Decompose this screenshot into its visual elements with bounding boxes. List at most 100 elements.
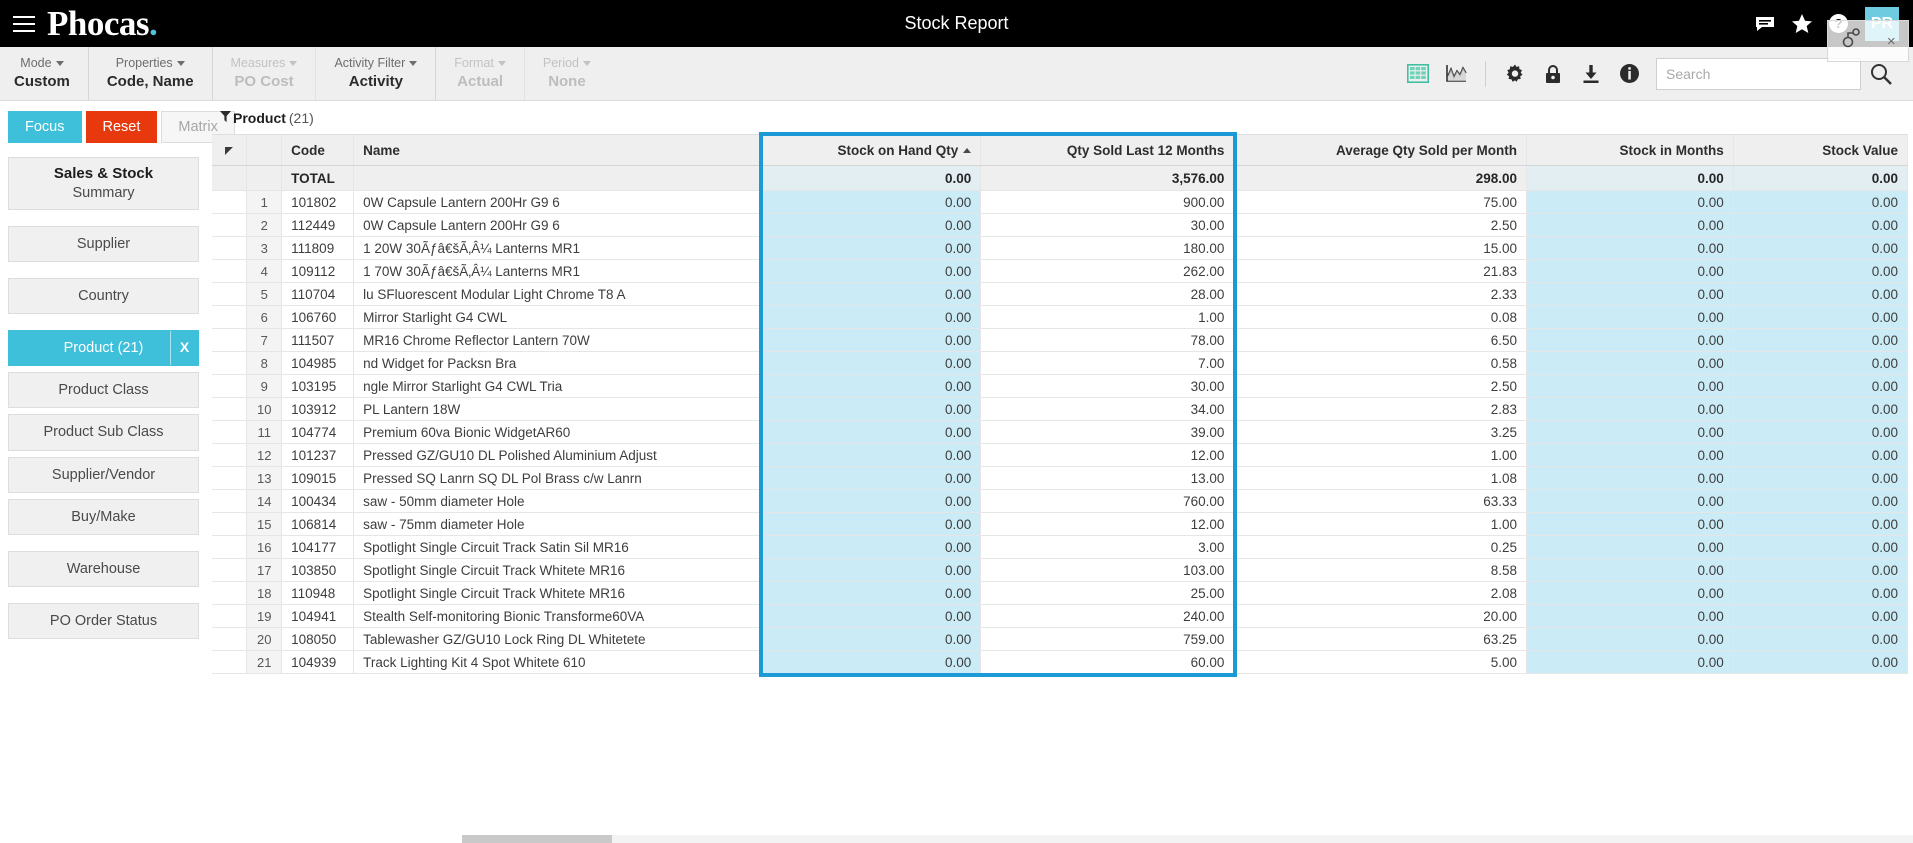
column-header-handle[interactable] [212, 135, 247, 166]
table-row[interactable]: 12101237Pressed GZ/GU10 DL Polished Alum… [212, 444, 1908, 467]
row-name-cell: Track Lighting Kit 4 Spot Whitete 610 [354, 651, 763, 674]
table-row[interactable]: 17103850Spotlight Single Circuit Track W… [212, 559, 1908, 582]
row-stock-value: 0.00 [1733, 329, 1907, 352]
table-row[interactable]: 8104985nd Widget for Packsn Bra0.007.000… [212, 352, 1908, 375]
toolbar-label-period: Period [543, 56, 579, 70]
sidebar-item-supplier[interactable]: Supplier [8, 226, 199, 262]
info-icon[interactable] [1610, 47, 1648, 101]
horizontal-scrollbar[interactable] [462, 835, 1913, 843]
table-row[interactable]: 41091121 70W 30Ãƒâ€šÃ‚Â¼ Lanterns MR10.0… [212, 260, 1908, 283]
reset-button[interactable]: Reset [86, 111, 158, 143]
table-row[interactable]: 19104941Stealth Self-monitoring Bionic T… [212, 605, 1908, 628]
row-stock-on-hand-qty: 0.00 [762, 467, 980, 490]
sidebar-item-sales-and-stock[interactable]: Sales & Stock Summary [8, 157, 199, 210]
lock-icon[interactable] [1534, 47, 1572, 101]
toolbar-group-period[interactable]: Period None [525, 47, 609, 100]
column-header-stock-on-hand-qty[interactable]: Stock on Hand Qty [762, 135, 980, 166]
sidebar-item-supplier-vendor[interactable]: Supplier/Vendor [8, 457, 199, 493]
search-input[interactable] [1657, 59, 1860, 89]
row-stock-in-months: 0.00 [1527, 352, 1734, 375]
table-row[interactable]: 5110704lu SFluorescent Modular Light Chr… [212, 283, 1908, 306]
sidebar-item-product[interactable]: Product (21) X [8, 330, 199, 366]
table-row[interactable]: 18110948Spotlight Single Circuit Track W… [212, 582, 1908, 605]
close-icon[interactable]: × [1887, 33, 1896, 50]
search-box[interactable] [1656, 58, 1861, 90]
grid-view-icon[interactable] [1399, 47, 1437, 101]
row-stock-on-hand-qty: 0.00 [762, 536, 980, 559]
row-name-cell: lu SFluorescent Modular Light Chrome T8 … [354, 283, 763, 306]
table-row[interactable]: 9103195ngle Mirror Starlight G4 CWL Tria… [212, 375, 1908, 398]
row-name-cell: Tablewasher GZ/GU10 Lock Ring DL Whitete… [354, 628, 763, 651]
row-index-cell: 2 [247, 214, 282, 237]
sidebar-item-product-sub-class[interactable]: Product Sub Class [8, 414, 199, 450]
main-panel: Product (21) Code Name Stock on Hand Qty… [207, 101, 1913, 843]
sidebar-item-po-order-status[interactable]: PO Order Status [8, 603, 199, 639]
row-handle-cell [212, 214, 247, 237]
column-header-average-qty-sold-per-month[interactable]: Average Qty Sold per Month [1234, 135, 1527, 166]
row-stock-value: 0.00 [1733, 490, 1907, 513]
row-stock-in-months: 0.00 [1527, 398, 1734, 421]
row-handle-cell [212, 605, 247, 628]
row-handle-cell [212, 375, 247, 398]
table-row[interactable]: 7111507MR16 Chrome Reflector Lantern 70W… [212, 329, 1908, 352]
sidebar-item-warehouse[interactable]: Warehouse [8, 551, 199, 587]
favorite-star-icon[interactable] [1792, 14, 1812, 33]
toolbar-group-mode[interactable]: Mode Custom [0, 47, 89, 100]
remove-product-filter-icon[interactable]: X [170, 331, 198, 365]
row-average-qty-sold-per-month: 3.25 [1234, 421, 1527, 444]
row-index-cell: 14 [247, 490, 282, 513]
table-row[interactable]: 6106760Mirror Starlight G4 CWL0.001.000.… [212, 306, 1908, 329]
table-row[interactable]: 11018020W Capsule Lantern 200Hr G9 60.00… [212, 191, 1908, 214]
toolbar-divider [1485, 61, 1486, 87]
column-header-stock-value[interactable]: Stock Value [1733, 135, 1907, 166]
toolbar-group-format[interactable]: Format Actual [436, 47, 525, 100]
row-handle-cell [212, 191, 247, 214]
column-header-code[interactable]: Code [282, 135, 354, 166]
focus-button[interactable]: Focus [8, 111, 82, 143]
row-stock-in-months: 0.00 [1527, 444, 1734, 467]
chart-view-icon[interactable] [1437, 47, 1475, 101]
brand-logo[interactable]: Phocas. [47, 6, 157, 41]
table-row[interactable]: 11104774Premium 60va Bionic WidgetAR600.… [212, 421, 1908, 444]
toolbar-group-properties[interactable]: Properties Code, Name [89, 47, 213, 100]
sidebar-item-product-class[interactable]: Product Class [8, 372, 199, 408]
table-row[interactable]: 20108050Tablewasher GZ/GU10 Lock Ring DL… [212, 628, 1908, 651]
table-row[interactable]: 15106814saw - 75mm diameter Hole0.0012.0… [212, 513, 1908, 536]
sidebar-item-buy-make[interactable]: Buy/Make [8, 499, 199, 535]
table-row[interactable]: 31118091 20W 30Ãƒâ€šÃ‚Â¼ Lanterns MR10.0… [212, 237, 1908, 260]
row-average-qty-sold-per-month: 63.25 [1234, 628, 1527, 651]
chat-widget-overlay[interactable]: × [1827, 20, 1909, 62]
row-stock-value: 0.00 [1733, 214, 1907, 237]
hamburger-menu-icon[interactable] [13, 16, 35, 32]
chat-icon[interactable] [1755, 16, 1775, 32]
breadcrumb-label[interactable]: Product [233, 110, 286, 126]
hubspot-sprocket-icon[interactable] [1840, 27, 1862, 55]
row-average-qty-sold-per-month: 1.00 [1234, 513, 1527, 536]
sidebar-action-buttons: Focus Reset Matrix [8, 111, 199, 143]
download-icon[interactable] [1572, 47, 1610, 101]
total-name-cell [354, 166, 763, 191]
table-row[interactable]: 14100434saw - 50mm diameter Hole0.00760.… [212, 490, 1908, 513]
column-header-qty-sold-last-12-months[interactable]: Qty Sold Last 12 Months [981, 135, 1234, 166]
sidebar-item-country[interactable]: Country [8, 278, 199, 314]
row-name-cell: Spotlight Single Circuit Track Whitete M… [354, 582, 763, 605]
column-header-name[interactable]: Name [354, 135, 763, 166]
column-header-label: Stock on Hand Qty [837, 143, 958, 158]
toolbar-group-activity-filter[interactable]: Activity Filter Activity [316, 47, 436, 100]
row-name-cell: 0W Capsule Lantern 200Hr G9 6 [354, 214, 763, 237]
row-qty-sold-last-12-months: 759.00 [981, 628, 1234, 651]
table-row[interactable]: 10103912PL Lantern 18W0.0034.002.830.000… [212, 398, 1908, 421]
row-name-cell: ngle Mirror Starlight G4 CWL Tria [354, 375, 763, 398]
table-row[interactable]: 16104177Spotlight Single Circuit Track S… [212, 536, 1908, 559]
table-row[interactable]: 21104939Track Lighting Kit 4 Spot Whitet… [212, 651, 1908, 674]
toolbar-group-measures[interactable]: Measures PO Cost [213, 47, 317, 100]
toolbar-value-format: Actual [457, 72, 503, 92]
row-stock-in-months: 0.00 [1527, 283, 1734, 306]
table-row[interactable]: 21124490W Capsule Lantern 200Hr G9 60.00… [212, 214, 1908, 237]
toolbar-label-mode: Mode [20, 56, 51, 70]
settings-gear-icon[interactable] [1496, 47, 1534, 101]
scrollbar-thumb[interactable] [462, 835, 612, 843]
column-header-stock-in-months[interactable]: Stock in Months [1527, 135, 1734, 166]
table-row[interactable]: 13109015Pressed SQ Lanrn SQ DL Pol Brass… [212, 467, 1908, 490]
row-index-cell: 20 [247, 628, 282, 651]
